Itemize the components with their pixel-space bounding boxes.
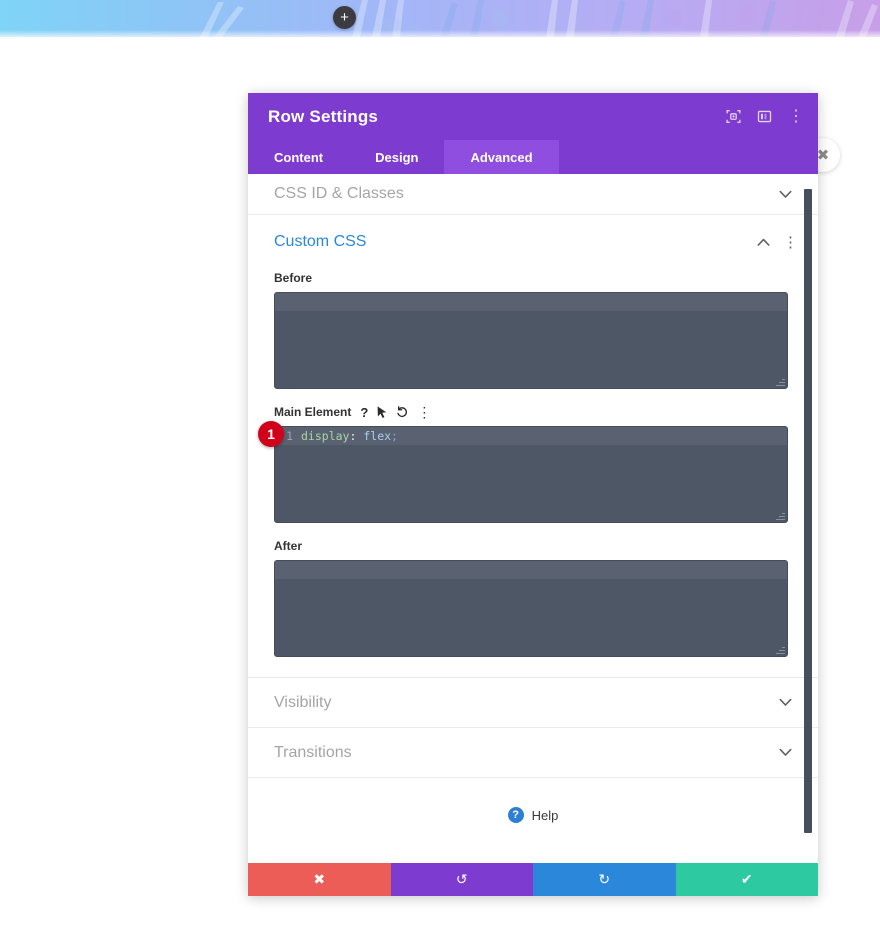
- field-main-element: Main Element ? ⋮ 1 display: flex ;: [248, 403, 818, 537]
- code-token-value: flex: [363, 429, 392, 443]
- before-code-input[interactable]: [274, 292, 788, 389]
- modal-title: Row Settings: [268, 106, 379, 126]
- field-before: Before: [248, 269, 818, 403]
- redo-button[interactable]: ↻: [533, 863, 676, 896]
- modal-header-actions: ⋮: [726, 108, 804, 125]
- chevron-down-icon: [779, 698, 792, 707]
- chevron-down-icon: [779, 748, 792, 757]
- help-circle-icon: ?: [507, 807, 524, 823]
- scrollbar-track[interactable]: [804, 174, 815, 863]
- help-label: Help: [531, 807, 559, 823]
- row-settings-modal: Row Settings ⋮ Content Design Advanced C…: [248, 93, 818, 896]
- modal-footer: ✖ ↺ ↻ ✔: [248, 863, 818, 896]
- help-row[interactable]: ? Help: [248, 778, 818, 852]
- field-label: Main Element: [274, 405, 352, 419]
- code-token-semicolon: ;: [391, 429, 398, 443]
- modal-tabs: Content Design Advanced: [248, 140, 818, 174]
- section-custom-css: Custom CSS ⋮ Before Main Element ? ⋮ 1 d…: [248, 215, 818, 678]
- code-top-strip: [275, 293, 787, 311]
- section-label: Custom CSS: [274, 233, 367, 250]
- section-custom-css-header[interactable]: Custom CSS ⋮: [248, 215, 818, 269]
- field-after: After: [248, 537, 818, 677]
- vertical-dots-icon[interactable]: ⋮: [788, 108, 804, 125]
- layout-columns-icon[interactable]: [757, 109, 772, 124]
- resize-handle[interactable]: [776, 377, 785, 386]
- code-token-property: display: [301, 429, 350, 443]
- section-label: Visibility: [274, 693, 332, 711]
- annotation-badge-1: 1: [258, 421, 284, 447]
- after-code-input[interactable]: [274, 560, 788, 657]
- main-element-code-input[interactable]: 1 display : flex ;: [274, 426, 788, 523]
- code-line-1: 1 display : flex ;: [275, 429, 398, 443]
- page-hero-banner: [0, 0, 880, 37]
- section-css-id-classes[interactable]: CSS ID & Classes: [248, 174, 818, 215]
- tab-content[interactable]: Content: [248, 140, 349, 174]
- resize-handle[interactable]: [776, 645, 785, 654]
- undo-button[interactable]: ↺: [390, 863, 533, 896]
- section-visibility[interactable]: Visibility: [248, 678, 818, 728]
- code-top-strip: [275, 561, 787, 579]
- section-transitions[interactable]: Transitions: [248, 728, 818, 778]
- modal-content-scroll-area[interactable]: CSS ID & Classes Custom CSS ⋮ Before Mai…: [248, 174, 818, 863]
- field-label: After: [274, 539, 303, 553]
- help-question-icon[interactable]: ?: [360, 406, 368, 419]
- focus-target-icon[interactable]: [726, 109, 741, 124]
- add-section-button[interactable]: +: [333, 6, 356, 29]
- chevron-up-icon[interactable]: [757, 238, 770, 247]
- section-label: CSS ID & Classes: [274, 185, 404, 202]
- close-icon: ✖: [816, 147, 830, 164]
- resize-handle[interactable]: [776, 511, 785, 520]
- section-label: Transitions: [274, 743, 352, 761]
- modal-header: Row Settings ⋮: [248, 93, 818, 140]
- tab-advanced[interactable]: Advanced: [444, 140, 559, 174]
- save-button[interactable]: ✔: [675, 863, 818, 896]
- section-options-vertical-dots-icon[interactable]: ⋮: [783, 235, 798, 250]
- field-label: Before: [274, 271, 313, 285]
- banner-bottom-fade: [0, 30, 880, 37]
- code-token-colon: :: [349, 429, 357, 443]
- reset-undo-icon[interactable]: [396, 406, 408, 418]
- cancel-button[interactable]: ✖: [248, 863, 391, 896]
- cursor-pointer-icon[interactable]: [377, 405, 387, 419]
- tab-design[interactable]: Design: [349, 140, 444, 174]
- scrollbar-thumb[interactable]: [804, 189, 812, 833]
- vertical-dots-icon[interactable]: ⋮: [417, 405, 431, 419]
- chevron-down-icon: [779, 190, 792, 199]
